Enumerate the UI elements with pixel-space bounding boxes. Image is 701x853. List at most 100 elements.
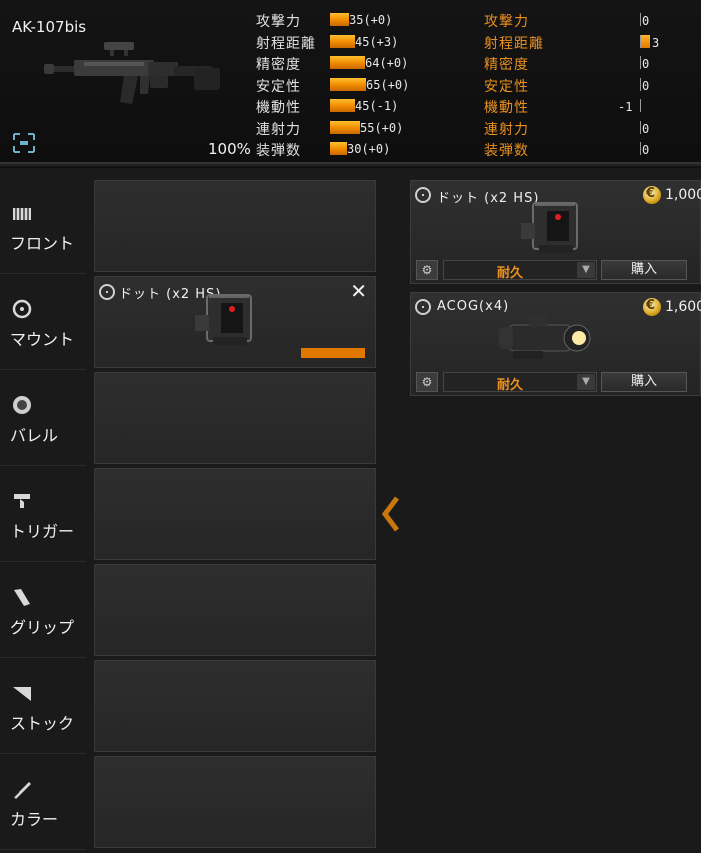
category-label: カラー	[10, 810, 59, 829]
diff-axis	[640, 142, 641, 155]
shop-item-price: 1,000	[665, 187, 701, 203]
category-front[interactable]: フロント	[0, 178, 86, 274]
stat-label: 連射力	[256, 121, 301, 138]
diff-value: 0	[642, 57, 650, 71]
stat-value: 45(+3)	[355, 34, 399, 49]
slot-color[interactable]	[94, 756, 376, 848]
stat-value: 45(-1)	[355, 99, 399, 113]
durability-select-label: 耐久	[496, 266, 523, 281]
diff-bar	[641, 34, 650, 48]
diff-axis	[640, 120, 641, 134]
category-mount[interactable]: マウント	[0, 274, 86, 370]
diff-value: 0	[642, 143, 650, 157]
stat-value: 64(+0)	[365, 56, 409, 70]
stat-label: 機動性	[256, 100, 301, 116]
category-label: トリガー	[10, 522, 75, 541]
slot-front[interactable]	[94, 180, 376, 272]
crosshair-icon	[415, 187, 431, 203]
shop-item-price: 1,600	[665, 299, 701, 315]
slot-mount[interactable]: ドット (x2 HS) ✕	[94, 276, 376, 368]
close-icon[interactable]: ✕	[350, 279, 367, 303]
buy-button[interactable]: 購入	[601, 260, 687, 280]
category-label: バレル	[10, 426, 59, 445]
category-label: マウント	[10, 330, 75, 349]
chevron-left-icon[interactable]	[381, 496, 401, 532]
durability-select[interactable]: 耐久 ▼	[443, 260, 597, 281]
chevron-down-icon: ▼	[577, 262, 595, 278]
stat-label: 攻撃力	[256, 14, 301, 30]
diff-value: 0	[642, 14, 650, 28]
stat-value: 30(+0)	[347, 142, 391, 156]
front-icon	[13, 208, 31, 220]
category-stock[interactable]: ストック	[0, 658, 86, 754]
coin-icon	[643, 298, 661, 316]
stat-bar	[330, 34, 355, 48]
diff-label: 装弾数	[484, 143, 529, 159]
shop-item[interactable]: ドット (x2 HS)1,000⚙耐久▼購入	[410, 180, 701, 284]
settings-icon[interactable]: ⚙	[416, 260, 438, 280]
durability-bar	[301, 348, 365, 358]
diff-axis	[640, 99, 641, 112]
crosshair-icon	[99, 284, 115, 300]
stat-bar	[330, 13, 349, 26]
slot-barrel[interactable]	[94, 372, 376, 464]
stat-bar	[330, 120, 360, 134]
stat-bar	[330, 77, 366, 91]
durability-select-label: 耐久	[496, 378, 523, 393]
stat-value: 55(+0)	[360, 120, 404, 135]
stat-label: 精密度	[256, 57, 301, 73]
stat-bar	[330, 56, 365, 69]
coin-icon	[643, 186, 661, 204]
stat-label: 装弾数	[256, 143, 301, 159]
divider	[0, 162, 701, 168]
slot-trigger[interactable]	[94, 468, 376, 560]
diff-value: 0	[642, 78, 650, 93]
weapon-info-panel: AK-107bis 100% 攻撃力 35(+0) 射程距離 45(+3) 精密度 64(…	[0, 0, 701, 162]
slot-stock[interactable]	[94, 660, 376, 752]
stat-label: 射程距離	[256, 35, 316, 52]
diff-value: 0	[642, 121, 650, 136]
diff-label: 機動性	[484, 100, 529, 116]
stat-value: 35(+0)	[349, 13, 393, 27]
acog-image	[489, 307, 599, 375]
diff-label: 攻撃力	[484, 14, 529, 30]
category-color[interactable]: カラー	[0, 754, 86, 850]
stat-bar	[330, 99, 355, 112]
stat-bar	[330, 142, 347, 155]
diff-label: 連射力	[484, 121, 529, 138]
category-grip[interactable]: グリップ	[0, 562, 86, 658]
diff-label: 安定性	[484, 78, 529, 95]
durability-select[interactable]: 耐久 ▼	[443, 372, 597, 393]
diff-label: 精密度	[484, 57, 529, 73]
crosshair-icon	[415, 299, 431, 315]
enchant-icon	[13, 133, 35, 153]
diff-axis	[640, 13, 641, 26]
diff-axis	[640, 77, 641, 91]
dot-sight-image	[515, 195, 595, 263]
diff-value: 3	[652, 35, 660, 50]
trigger-icon	[14, 494, 30, 508]
diff-label: 射程距離	[484, 35, 544, 52]
mount-icon	[12, 299, 32, 319]
diff-value: -1	[618, 100, 633, 114]
category-label: フロント	[10, 234, 75, 253]
stock-icon	[13, 687, 31, 701]
buy-button[interactable]: 購入	[601, 372, 687, 392]
chevron-down-icon: ▼	[577, 374, 595, 390]
grip-icon	[14, 589, 30, 606]
color-icon	[13, 782, 31, 799]
shop-item[interactable]: ACOG(x4)1,600⚙耐久▼購入	[410, 292, 701, 396]
category-barrel[interactable]: バレル	[0, 370, 86, 466]
settings-icon[interactable]: ⚙	[416, 372, 438, 392]
weapon-image	[44, 42, 220, 104]
dot-sight-image	[189, 287, 269, 355]
diff-axis	[640, 56, 641, 69]
durability-percent: 100%	[208, 140, 251, 158]
stat-value: 65(+0)	[366, 77, 410, 92]
barrel-icon	[13, 396, 31, 414]
stat-label: 安定性	[256, 78, 301, 95]
weapon-name: AK-107bis	[12, 18, 87, 36]
category-label: グリップ	[10, 618, 75, 637]
category-trigger[interactable]: トリガー	[0, 466, 86, 562]
slot-grip[interactable]	[94, 564, 376, 656]
